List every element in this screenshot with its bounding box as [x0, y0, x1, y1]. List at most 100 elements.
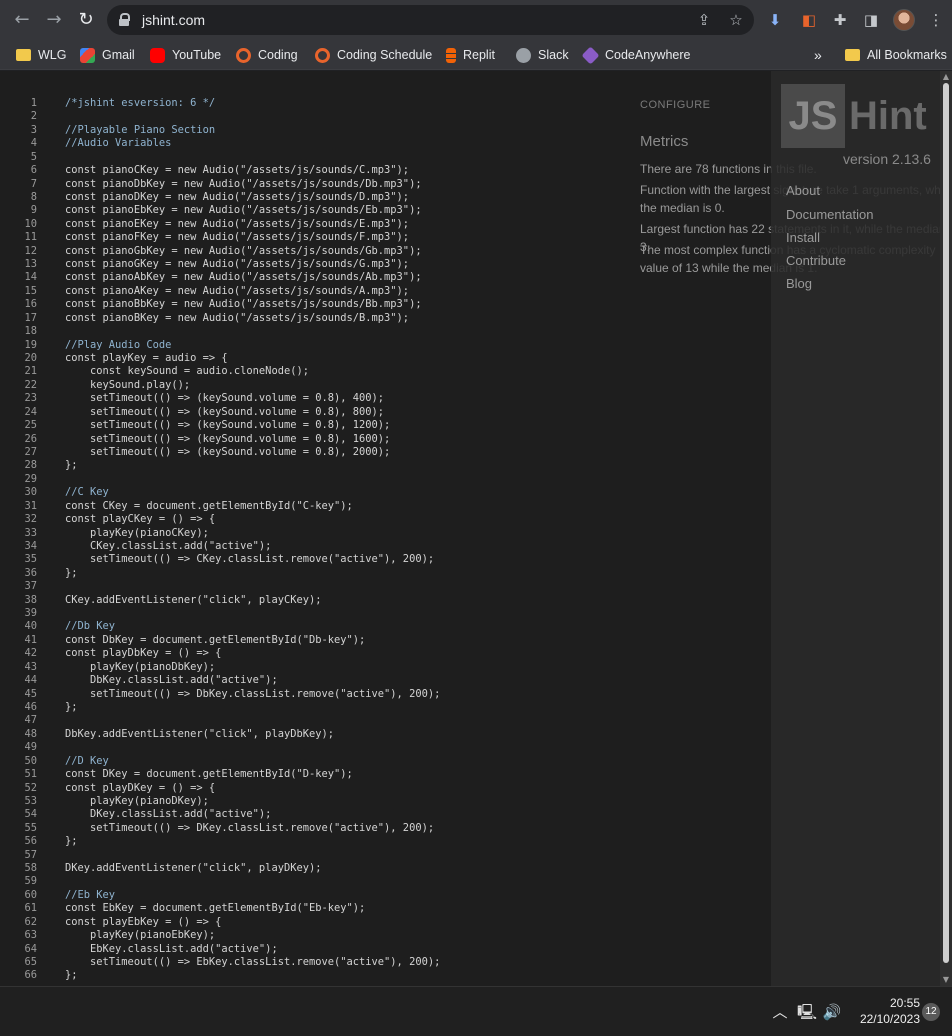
url-text[interactable]: jshint.com	[142, 12, 205, 28]
code-text[interactable]: const playDKey = () => {	[65, 782, 215, 795]
code-text[interactable]: keySound.play();	[65, 379, 190, 392]
code-text[interactable]: const pianoFKey = new Audio("/assets/js/…	[65, 231, 409, 244]
code-text[interactable]: const pianoGbKey = new Audio("/assets/js…	[65, 245, 422, 258]
bookmark-youtube[interactable]: YouTube	[150, 46, 221, 64]
code-text[interactable]: const pianoBKey = new Audio("/assets/js/…	[65, 312, 409, 325]
code-text[interactable]: //Playable Piano Section	[65, 124, 215, 137]
arrow-back-icon[interactable]: ←	[10, 8, 34, 32]
line-number: 26	[24, 432, 37, 445]
code-text[interactable]: CKey.addEventListener("click", playCKey)…	[65, 594, 321, 607]
extension-icon[interactable]: ◧	[798, 9, 820, 31]
code-text[interactable]: const pianoGKey = new Audio("/assets/js/…	[65, 258, 409, 271]
code-text[interactable]: DbKey.addEventListener("click", playDbKe…	[65, 728, 334, 741]
code-text[interactable]: };	[65, 701, 78, 714]
notification-badge[interactable]: 12	[922, 1003, 940, 1021]
code-text[interactable]: //Audio Variables	[65, 137, 171, 150]
code-text[interactable]: };	[65, 459, 78, 472]
code-text[interactable]: playKey(pianoDKey);	[65, 795, 209, 808]
share-icon[interactable]: ⇪	[693, 9, 715, 31]
code-text[interactable]: const pianoAKey = new Audio("/assets/js/…	[65, 285, 409, 298]
reload-icon[interactable]: ↻	[74, 8, 98, 32]
configure-link[interactable]: CONFIGURE	[640, 99, 711, 111]
sidepanel-icon[interactable]: ◨	[860, 9, 882, 31]
address-bar[interactable]: jshint.com ⇪ ☆	[107, 5, 754, 35]
code-text[interactable]: const pianoEKey = new Audio("/assets/js/…	[65, 218, 409, 231]
code-text[interactable]: //Eb Key	[65, 889, 115, 902]
download-icon[interactable]: ⬇	[764, 9, 786, 31]
code-text[interactable]: const pianoCKey = new Audio("/assets/js/…	[65, 164, 409, 177]
code-text[interactable]: setTimeout(() => DKey.classList.remove("…	[65, 822, 434, 835]
bookmark-coding[interactable]: Coding	[236, 46, 298, 64]
volume-icon[interactable]: 🔊	[822, 1002, 842, 1022]
code-text[interactable]: const EbKey = document.getElementById("E…	[65, 902, 365, 915]
clock[interactable]: 20:55 22/10/2023	[848, 995, 920, 1027]
nav-documentation[interactable]: Documentation	[786, 207, 873, 222]
star-icon[interactable]: ☆	[725, 9, 747, 31]
avatar[interactable]	[893, 9, 915, 31]
lock-icon[interactable]	[119, 13, 130, 26]
code-text[interactable]: const pianoDbKey = new Audio("/assets/js…	[65, 178, 422, 191]
code-text[interactable]: setTimeout(() => (keySound.volume = 0.8)…	[65, 406, 384, 419]
all-bookmarks[interactable]: All Bookmarks	[845, 46, 947, 64]
code-text[interactable]: setTimeout(() => (keySound.volume = 0.8)…	[65, 433, 390, 446]
all-bookmarks-label: All Bookmarks	[867, 48, 947, 62]
network-icon[interactable]: 🖳	[797, 1002, 817, 1022]
code-text[interactable]: DbKey.classList.add("active");	[65, 674, 278, 687]
bookmark-gmail[interactable]: Gmail	[80, 46, 135, 64]
code-text[interactable]: };	[65, 567, 78, 580]
code-text[interactable]: const playKey = audio => {	[65, 352, 228, 365]
code-text[interactable]: /*jshint esversion: 6 */	[65, 97, 215, 110]
bookmark-replit[interactable]: Replit	[446, 46, 495, 64]
nav-install[interactable]: Install	[786, 230, 820, 245]
nav-about[interactable]: About	[786, 183, 820, 198]
bookmark-wlg[interactable]: WLG	[16, 46, 66, 64]
code-text[interactable]: const DbKey = document.getElementById("D…	[65, 634, 365, 647]
jshint-logo[interactable]: JS Hint	[781, 84, 927, 148]
bookmark-slack[interactable]: Slack	[516, 46, 569, 64]
nav-blog[interactable]: Blog	[786, 276, 812, 291]
code-text[interactable]: setTimeout(() => (keySound.volume = 0.8)…	[65, 446, 390, 459]
code-text[interactable]: //Play Audio Code	[65, 339, 171, 352]
code-text[interactable]: const playCKey = () => {	[65, 513, 215, 526]
code-text[interactable]: DKey.addEventListener("click", playDKey)…	[65, 862, 321, 875]
code-text[interactable]: EbKey.classList.add("active");	[65, 943, 278, 956]
code-text[interactable]: playKey(pianoCKey);	[65, 527, 209, 540]
code-text[interactable]: const pianoDKey = new Audio("/assets/js/…	[65, 191, 409, 204]
code-text[interactable]: const keySound = audio.cloneNode();	[65, 365, 309, 378]
code-text[interactable]: //Db Key	[65, 620, 115, 633]
code-text[interactable]: const pianoEbKey = new Audio("/assets/js…	[65, 204, 422, 217]
nav-contribute[interactable]: Contribute	[786, 253, 846, 268]
code-text[interactable]: playKey(pianoDbKey);	[65, 661, 215, 674]
scroll-down-icon[interactable]: ▼	[940, 974, 952, 986]
code-text[interactable]: setTimeout(() => EbKey.classList.remove(…	[65, 956, 440, 969]
chevron-up-icon[interactable]: ︿	[770, 1002, 790, 1022]
puzzle-icon[interactable]: ✚	[829, 9, 851, 31]
bookmarks-overflow-button[interactable]: »	[814, 46, 822, 64]
logo-hint: Hint	[849, 93, 927, 138]
code-text[interactable]: setTimeout(() => CKey.classList.remove("…	[65, 553, 434, 566]
line-number: 46	[24, 700, 37, 713]
bookmark-codeanywhere[interactable]: CodeAnywhere	[581, 45, 690, 65]
more-icon[interactable]: ⋮	[925, 9, 947, 31]
code-text[interactable]: setTimeout(() => (keySound.volume = 0.8)…	[65, 392, 384, 405]
code-text[interactable]: DKey.classList.add("active");	[65, 808, 271, 821]
code-text[interactable]: playKey(pianoEbKey);	[65, 929, 215, 942]
code-text[interactable]: const DKey = document.getElementById("D-…	[65, 768, 353, 781]
code-text[interactable]: const playDbKey = () => {	[65, 647, 221, 660]
code-text[interactable]: setTimeout(() => DbKey.classList.remove(…	[65, 688, 440, 701]
code-text[interactable]: };	[65, 835, 78, 848]
scrollbar-thumb[interactable]	[943, 83, 949, 963]
code-text[interactable]: //D Key	[65, 755, 109, 768]
code-text[interactable]: setTimeout(() => (keySound.volume = 0.8)…	[65, 419, 390, 432]
line-number: 33	[24, 526, 37, 539]
code-text[interactable]: const CKey = document.getElementById("C-…	[65, 500, 353, 513]
arrow-forward-icon[interactable]: →	[42, 8, 66, 32]
code-text[interactable]: //C Key	[65, 486, 109, 499]
bookmark-coding-schedule[interactable]: Coding Schedule	[315, 46, 432, 64]
scroll-up-icon[interactable]: ▲	[940, 71, 952, 83]
code-text[interactable]: const pianoBbKey = new Audio("/assets/js…	[65, 298, 422, 311]
code-text[interactable]: };	[65, 969, 78, 982]
code-text[interactable]: const playEbKey = () => {	[65, 916, 221, 929]
code-text[interactable]: CKey.classList.add("active");	[65, 540, 271, 553]
code-text[interactable]: const pianoAbKey = new Audio("/assets/js…	[65, 271, 422, 284]
